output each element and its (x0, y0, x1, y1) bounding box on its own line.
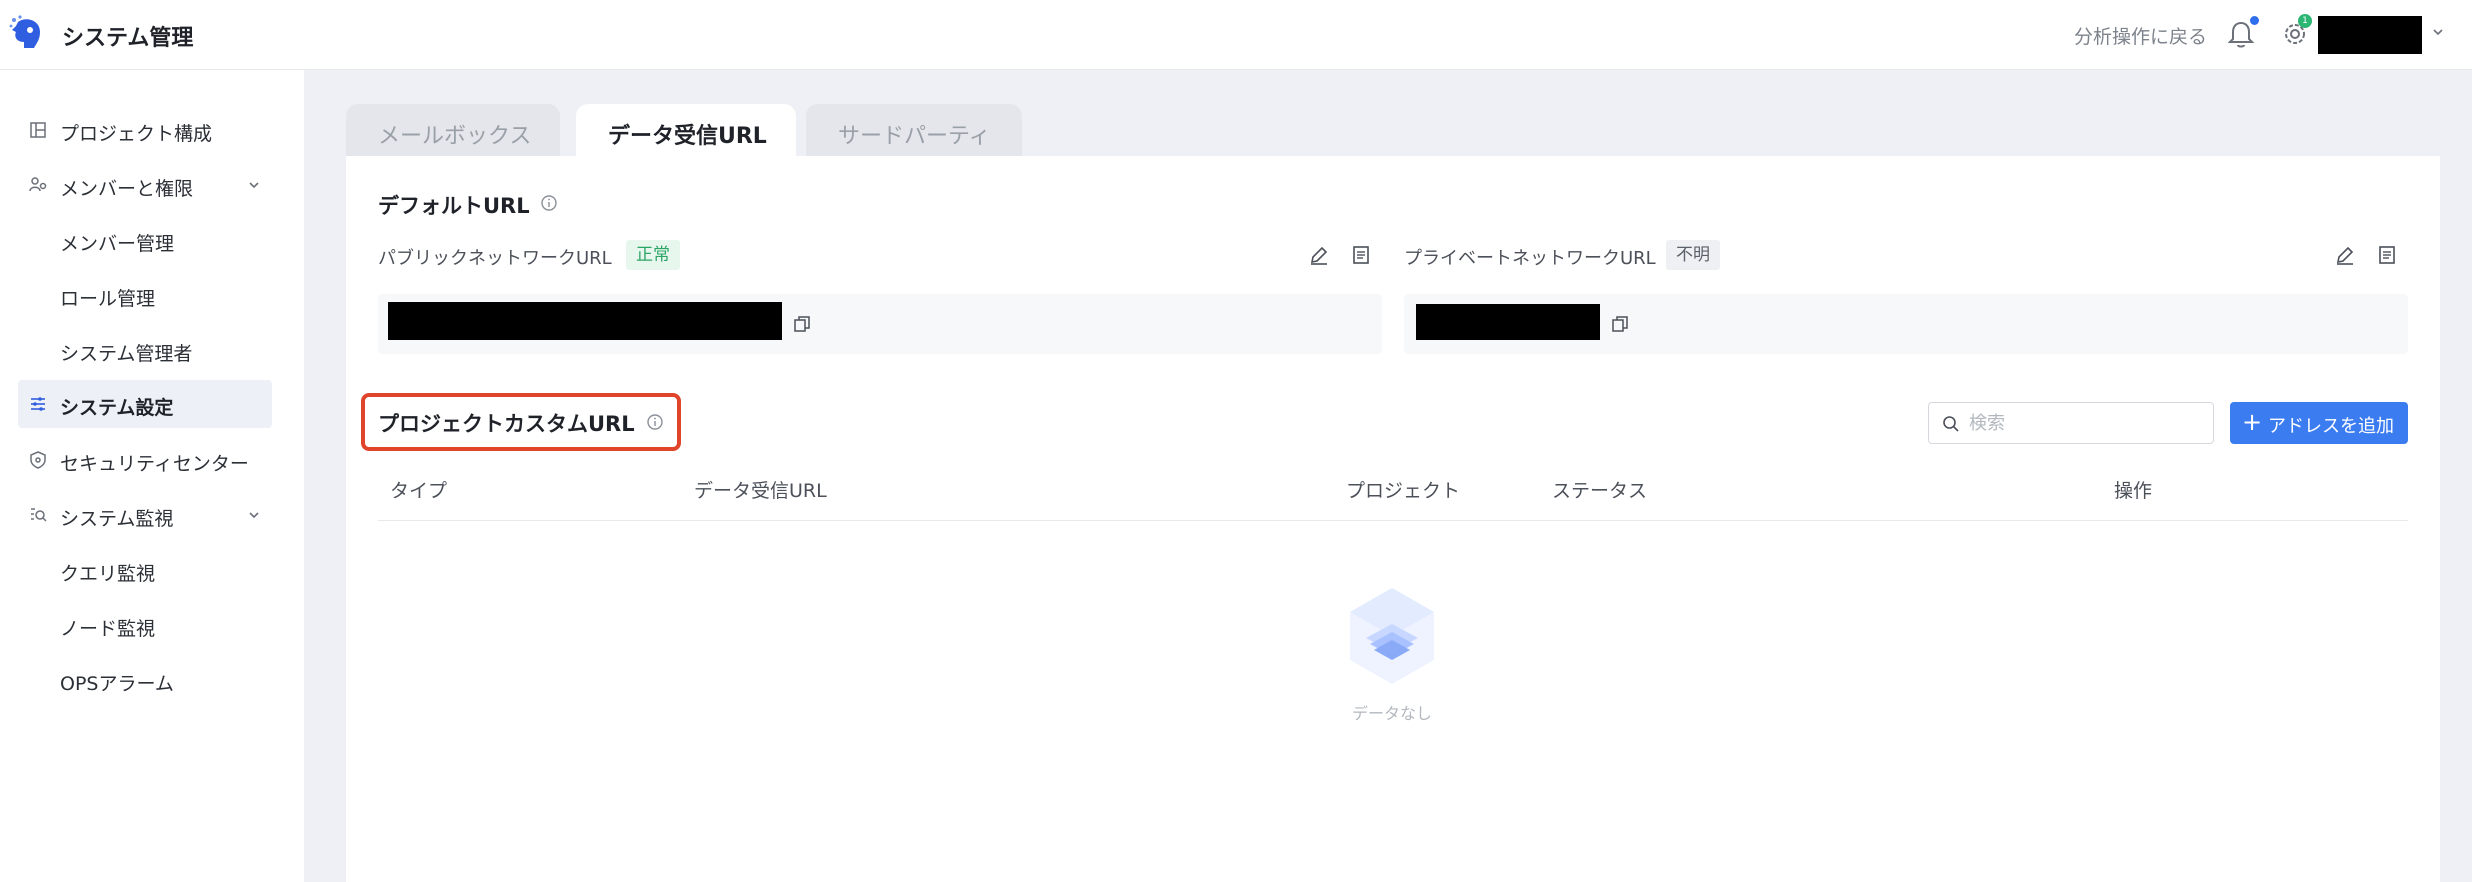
column-header-actions: 操作 (2114, 480, 2153, 502)
sidebar-item-members-permissions[interactable]: メンバーと権限 (18, 161, 272, 209)
back-to-analysis-link[interactable]: 分析操作に戻る (2074, 22, 2207, 49)
monitor-icon (31, 508, 47, 522)
members-icon (29, 177, 47, 192)
settings-badge: 1 (2298, 14, 2312, 28)
tab-mailbox[interactable]: メールボックス (346, 104, 560, 156)
sidebar-item-member-management[interactable]: メンバー管理 (18, 216, 272, 264)
column-header-type: タイプ (390, 480, 448, 502)
sidebar-item-label: メンバー管理 (60, 233, 175, 255)
sidebar-item-label: ノード監視 (60, 618, 156, 640)
document-icon[interactable] (2376, 244, 2398, 266)
app-title: システム管理 (62, 26, 194, 51)
layout-icon (30, 122, 46, 138)
public-url-status-badge: 正常 (626, 240, 680, 270)
sliders-icon (31, 397, 45, 411)
default-url-title: デフォルトURL (378, 194, 530, 218)
sidebar-item-label: システム設定 (60, 397, 174, 419)
sidebar-item-query-monitoring[interactable]: クエリ監視 (18, 546, 272, 594)
sidebar-item-label: システム管理者 (60, 343, 193, 365)
sidebar-item-node-monitoring[interactable]: ノード監視 (18, 601, 272, 649)
sidebar-item-project-config[interactable]: プロジェクト構成 (18, 106, 272, 154)
edit-icon[interactable] (2334, 244, 2356, 266)
add-address-button[interactable]: + アドレスを追加 (2230, 402, 2408, 444)
table-header-divider (378, 520, 2408, 521)
sidebar-item-label: セキュリティセンター (60, 453, 249, 475)
empty-data-icon (1350, 588, 1434, 684)
plus-icon: + (2242, 408, 2263, 436)
sidebar-item-ops-alarm[interactable]: OPSアラーム (18, 656, 272, 704)
sidebar-item-system-admins[interactable]: システム管理者 (18, 326, 272, 374)
column-header-project: プロジェクト (1346, 480, 1461, 502)
logo-icon[interactable] (8, 14, 44, 54)
private-url-redacted (1416, 304, 1600, 340)
tab-label: メールボックス (378, 124, 532, 149)
add-address-label: アドレスを追加 (2268, 416, 2394, 437)
sidebar-item-security-center[interactable]: セキュリティセンター (18, 436, 272, 484)
search-icon (1943, 416, 1959, 432)
top-header: システム管理 分析操作に戻る 1 (0, 0, 2472, 70)
tab-label: データ受信URL (608, 124, 767, 149)
info-icon[interactable] (540, 194, 558, 212)
tab-data-receiving-url[interactable]: データ受信URL (576, 104, 796, 156)
private-url-status-badge: 不明 (1666, 240, 1720, 270)
sidebar-item-label: クエリ監視 (60, 563, 156, 585)
notification-dot (2250, 16, 2259, 25)
public-url-field (378, 294, 1382, 354)
document-icon[interactable] (1350, 244, 1372, 266)
public-url-label: パブリックネットワークURL (378, 248, 612, 269)
column-header-receiving-url: データ受信URL (694, 480, 827, 502)
copy-icon[interactable] (792, 314, 812, 334)
sidebar: プロジェクト構成 メンバーと権限 メンバー管理 ロール管理 システム管理者 シス… (0, 70, 304, 882)
sidebar-item-label: OPSアラーム (60, 673, 174, 695)
sidebar-item-label: ロール管理 (60, 288, 156, 310)
empty-state-text: データなし (1351, 704, 1432, 723)
chevron-down-icon[interactable] (2430, 24, 2446, 40)
info-icon[interactable] (646, 413, 664, 431)
column-header-status: ステータス (1552, 480, 1648, 502)
tab-third-party[interactable]: サードパーティ (806, 104, 1022, 156)
tab-label: サードパーティ (838, 124, 991, 149)
sidebar-item-label: メンバーと権限 (60, 178, 194, 200)
search-input[interactable] (1969, 409, 2205, 437)
user-avatar-redacted[interactable] (2318, 16, 2422, 54)
sidebar-item-label: システム監視 (60, 508, 174, 530)
public-url-redacted (388, 302, 782, 340)
private-url-label: プライベートネットワークURL (1404, 248, 1656, 269)
chevron-down-icon (249, 182, 259, 189)
edit-icon[interactable] (1308, 244, 1330, 266)
sidebar-item-system-settings[interactable]: システム設定 (18, 380, 272, 428)
chevron-down-icon (249, 512, 259, 519)
search-box[interactable] (1928, 402, 2214, 444)
sidebar-item-label: プロジェクト構成 (60, 123, 213, 145)
private-url-field (1404, 294, 2408, 354)
shield-icon (30, 451, 46, 469)
sidebar-item-role-management[interactable]: ロール管理 (18, 271, 272, 319)
copy-icon[interactable] (1610, 314, 1630, 334)
custom-url-title: プロジェクトカスタムURL (378, 412, 635, 436)
sidebar-item-system-monitoring[interactable]: システム監視 (18, 491, 272, 539)
